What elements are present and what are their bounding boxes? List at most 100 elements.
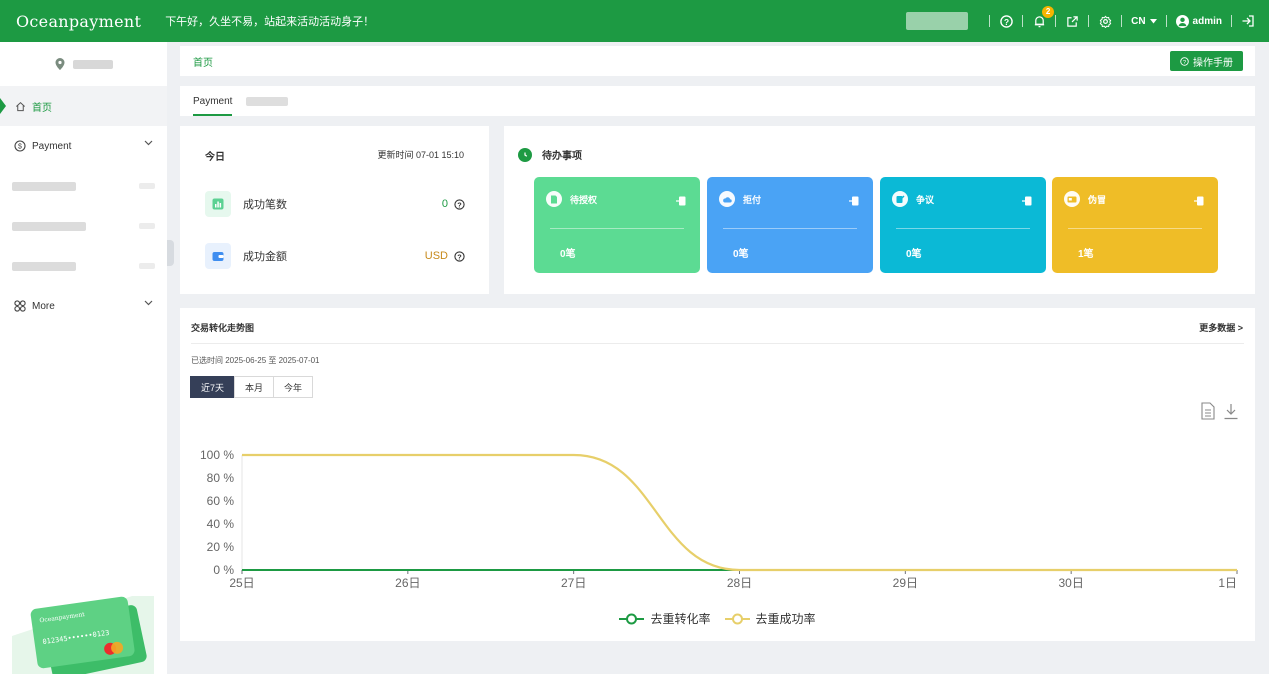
language-selector[interactable]: CN [1131, 15, 1157, 27]
greeting-text: 下午好，久坐不易，站起来活动活动身子！ [165, 16, 375, 28]
enter-icon [849, 196, 859, 206]
x-tick-label: 29日 [893, 576, 918, 590]
todo-title: 待办事项 [518, 147, 582, 162]
legend-item[interactable]: 去重成功率 [724, 610, 816, 627]
home-icon [14, 100, 26, 112]
trend-line-chart: 0 % 20 % 40 % 60 % 80 % 100 % 25日 26日 27日 28日 29日 3… [200, 448, 1238, 590]
logout-icon[interactable] [1241, 14, 1255, 28]
caret-down-icon [1149, 18, 1157, 23]
tab-redacted[interactable] [246, 97, 289, 106]
top-bar-actions: ? 2 CN admin [906, 0, 1255, 42]
tab-label: Payment [193, 95, 233, 107]
sidebar-item-home[interactable]: 首页 [0, 86, 167, 126]
range-selector: 近7天 本月 今年 [190, 376, 314, 398]
y-tick-label: 60 % [207, 494, 235, 508]
sidebar-item-payment[interactable]: $ Payment [0, 126, 167, 166]
x-tick-label: 1日 [1218, 576, 1237, 590]
tile-label: 争议 [916, 194, 935, 205]
x-tick-label: 30日 [1058, 576, 1083, 590]
help-icon[interactable]: ? [999, 14, 1013, 28]
bar-chart-icon [205, 191, 231, 217]
tile-label: 伪冒 [1088, 194, 1107, 205]
chevron-down-icon [144, 300, 153, 306]
sidebar: 首页 $ Payment More Oceanpayment 012345•••… [0, 42, 167, 674]
manual-button[interactable]: ? 操作手册 [1170, 51, 1243, 71]
stat-label: 成功笔数 [243, 199, 287, 211]
stat-value: USD [424, 250, 448, 262]
svg-text:?: ? [457, 200, 462, 209]
y-tick-label: 80 % [207, 471, 235, 485]
todo-tile-pending-auth[interactable]: 待授权 0笔 [534, 177, 700, 273]
sidebar-item-label: Payment [32, 140, 72, 152]
manual-button-label: 操作手册 [1193, 57, 1233, 69]
merchant-selector[interactable] [906, 12, 969, 30]
question-icon[interactable]: ? [454, 198, 465, 210]
breadcrumb-home[interactable]: 首页 [193, 54, 213, 69]
help-circle-icon: ? [1180, 56, 1189, 65]
x-tick-label: 27日 [561, 576, 586, 590]
wallet-icon [205, 243, 231, 269]
external-link-icon[interactable] [1065, 14, 1079, 28]
download-icon[interactable] [1223, 402, 1239, 420]
sidebar-item-more[interactable]: More [0, 286, 167, 326]
y-tick-label: 0 % [213, 563, 234, 577]
user-menu[interactable]: admin [1175, 14, 1222, 28]
question-icon[interactable]: ? [454, 250, 465, 262]
today-card: 今日 更新时间 07-01 15:10 成功笔数 0 ? 成功金额 USD ? [180, 126, 489, 294]
location-pin-icon [55, 58, 64, 70]
more-data-link[interactable]: 更多数据 > [1199, 321, 1243, 334]
selected-date-range: 已选时间 2025-06-25 至 2025-07-01 [191, 356, 320, 365]
stat-success-amount: 成功金额 USD ? [205, 243, 465, 269]
todo-tile-dispute[interactable]: 争议 0笔 [880, 177, 1046, 273]
tile-value: 1笔 [1078, 249, 1094, 260]
range-button-7days[interactable]: 近7天 [190, 376, 236, 398]
bell-icon[interactable]: 2 [1032, 6, 1055, 28]
clock-icon [518, 147, 532, 162]
range-button-year[interactable]: 今年 [273, 376, 314, 398]
stat-label: 成功金额 [243, 251, 287, 263]
sidebar-subitem-redacted[interactable] [0, 166, 167, 206]
enter-icon [676, 196, 686, 206]
settings-icon[interactable] [1098, 14, 1112, 28]
y-tick-label: 100 % [200, 448, 234, 462]
merchant-name-redacted [72, 59, 113, 69]
sidebar-item-label: 首页 [32, 102, 52, 114]
legend-label: 去重成功率 [755, 612, 816, 626]
merchant-info [0, 42, 167, 86]
chevron-down-icon [144, 140, 153, 146]
update-time: 更新时间 07-01 15:10 [377, 150, 464, 160]
language-label: CN [1131, 15, 1146, 27]
legend-marker [724, 613, 750, 624]
legend-item[interactable]: 去重转化率 [619, 610, 711, 627]
stat-success-count: 成功笔数 0 ? [205, 191, 465, 217]
sidebar-item-label: More [32, 300, 55, 312]
todo-title-text: 待办事项 [542, 151, 582, 162]
legend-label: 去重转化率 [650, 612, 711, 626]
enter-icon [1022, 196, 1032, 206]
notification-badge: 2 [1042, 6, 1055, 18]
page-tabs: Payment [180, 86, 1255, 116]
breadcrumb: 首页 ? 操作手册 [180, 46, 1255, 76]
y-tick-label: 20 % [207, 540, 235, 554]
today-title: 今日 [205, 152, 225, 163]
todo-tile-chargeback[interactable]: 拒付 0笔 [707, 177, 873, 273]
stat-value: 0 [441, 198, 448, 210]
range-button-month[interactable]: 本月 [234, 376, 275, 398]
svg-text:$: $ [18, 144, 22, 151]
tile-value: 0笔 [906, 249, 922, 260]
sidebar-collapse-handle[interactable] [167, 240, 174, 266]
user-name: admin [1192, 15, 1222, 27]
logo: Oceanpayment [16, 11, 142, 31]
x-tick-label: 25日 [229, 576, 254, 590]
card-icon [1064, 191, 1080, 207]
top-bar: Oceanpayment 下午好，久坐不易，站起来活动活动身子！ ? 2 CN … [0, 0, 1269, 42]
enter-icon [1194, 196, 1204, 206]
sidebar-subitem-redacted[interactable] [0, 246, 167, 286]
tile-label: 待授权 [570, 194, 598, 205]
tile-label: 拒付 [743, 194, 762, 205]
data-view-icon[interactable] [1200, 402, 1216, 420]
sidebar-subitem-redacted[interactable] [0, 206, 167, 246]
tab-payment[interactable]: Payment [193, 86, 233, 116]
cloud-icon [719, 191, 735, 207]
todo-tile-fraud[interactable]: 伪冒 1笔 [1052, 177, 1218, 273]
